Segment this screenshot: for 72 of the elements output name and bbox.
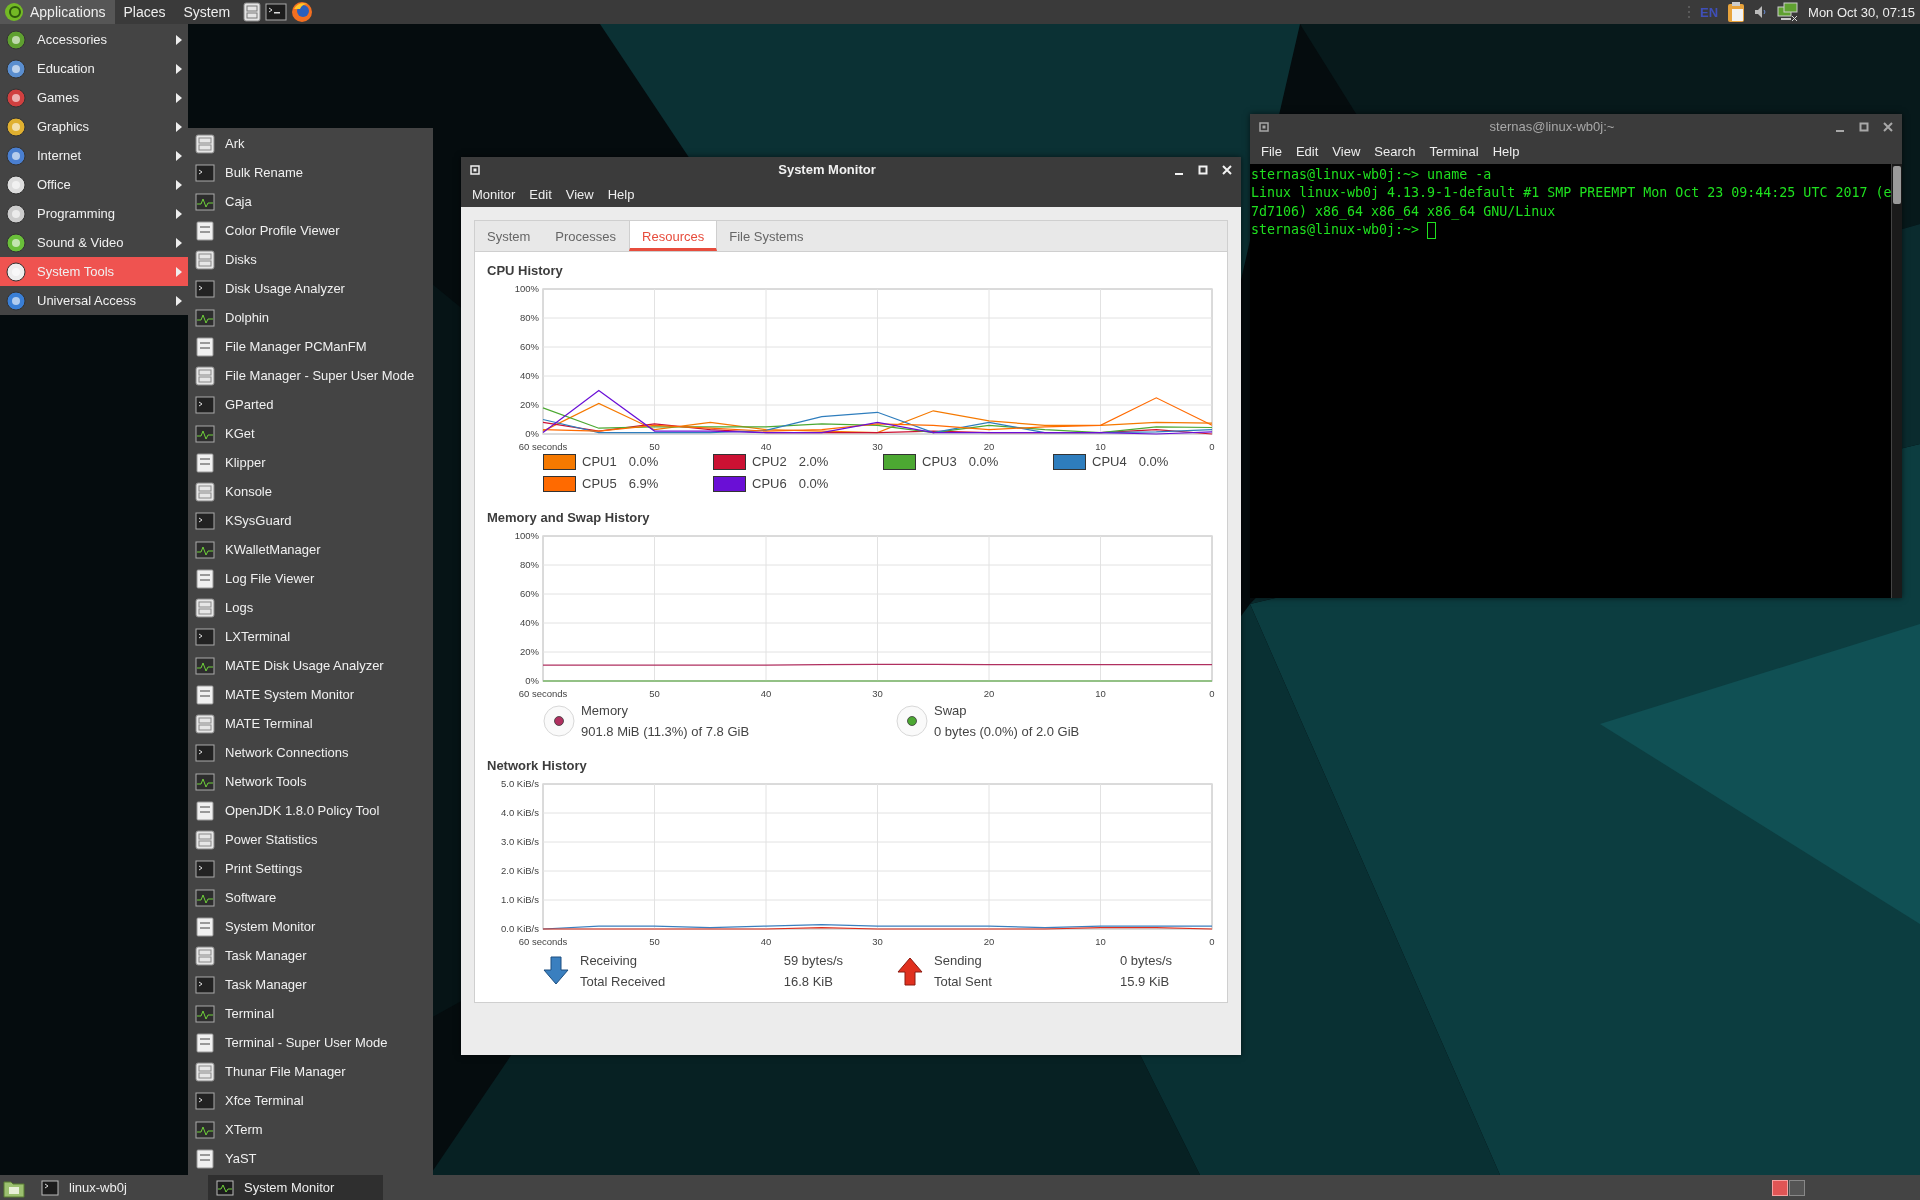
axis-label: 50 xyxy=(649,688,660,699)
terminal-line: Linux linux-wb0j 4.13.9-1-default #1 SMP PREEMPT Mon Oct 23 09:44:25 UTC 2017 (e xyxy=(1251,184,1891,203)
axis-label: 0% xyxy=(525,428,539,439)
axis-label: 10 xyxy=(1095,936,1106,947)
legend-value: 0.0% xyxy=(968,454,999,469)
axis-label: 40% xyxy=(520,617,539,628)
window-title: sternas@linux-wb0j:~ xyxy=(1488,119,1616,134)
legend-value: 901.8 MiB (11.3%) of 7.8 GiB xyxy=(581,723,750,740)
legend-label: CPU4 xyxy=(1092,454,1127,469)
axis-label: 0% xyxy=(525,675,539,686)
axis-label: 10 xyxy=(1095,441,1106,452)
axis-label: 50 xyxy=(649,441,660,452)
axis-label: 60% xyxy=(520,588,539,599)
legend-value: 0.0% xyxy=(1138,454,1169,469)
legend-value: 6.9% xyxy=(628,476,659,491)
legend-label: Total Sent xyxy=(934,974,993,989)
axis-label: 60 seconds xyxy=(518,441,568,452)
axis-label: 80% xyxy=(520,559,539,570)
section-heading: Memory and Swap History xyxy=(487,510,651,526)
legend-label: CPU3 xyxy=(922,454,957,469)
legend-value: 2.0% xyxy=(798,454,829,469)
legend-value: 0.0% xyxy=(798,476,829,491)
section-heading: Network History xyxy=(487,758,588,774)
window-title: System Monitor xyxy=(777,162,877,177)
axis-label: 20% xyxy=(520,646,539,657)
axis-label: 100% xyxy=(514,283,539,294)
axis-label: 40% xyxy=(520,370,539,381)
legend-label: Receiving xyxy=(580,953,639,968)
axis-label: 0 xyxy=(1209,936,1215,947)
axis-label: 1.0 KiB/s xyxy=(500,894,539,905)
axis-label: 2.0 KiB/s xyxy=(500,865,539,876)
legend-label: Swap xyxy=(934,702,968,719)
legend-value: 0.0% xyxy=(628,454,659,469)
legend-label: Memory xyxy=(581,702,629,719)
axis-label: 80% xyxy=(520,312,539,323)
legend-value: 0 bytes (0.0%) of 2.0 GiB xyxy=(934,723,1080,740)
axis-label: 0.0 KiB/s xyxy=(500,923,539,934)
axis-label: 10 xyxy=(1095,688,1106,699)
terminal-line: sternas@linux-wb0j:~> xyxy=(1251,221,1421,240)
axis-label: 20 xyxy=(983,441,995,452)
axis-label: 3.0 KiB/s xyxy=(500,836,539,847)
axis-label: 0 xyxy=(1209,688,1215,699)
terminal-line: 7d7106) x86_64 x86_64 x86_64 GNU/Linux xyxy=(1251,202,1557,222)
axis-label: 20 xyxy=(983,688,995,699)
legend-value: 0 bytes/s xyxy=(1119,953,1172,968)
axis-label: 50 xyxy=(649,936,660,947)
terminal-line: sternas@linux-wb0j:~> uname -a xyxy=(1251,166,1493,184)
legend-label: Sending xyxy=(934,953,983,968)
axis-label: 5.0 KiB/s xyxy=(500,778,539,789)
legend-value: 59 bytes/s xyxy=(783,953,843,968)
axis-label: 30 xyxy=(872,936,883,947)
axis-label: 40 xyxy=(760,936,772,947)
axis-label: 40 xyxy=(760,688,772,699)
axis-label: 30 xyxy=(872,441,883,452)
axis-label: 60% xyxy=(520,341,539,352)
axis-label: 60 seconds xyxy=(518,936,568,947)
section-heading: CPU History xyxy=(487,263,564,279)
legend-label: CPU5 xyxy=(582,476,617,491)
axis-label: 60 seconds xyxy=(518,688,568,699)
legend-label: CPU2 xyxy=(752,454,787,469)
legend-value: 15.9 KiB xyxy=(1119,974,1171,989)
axis-label: 4.0 KiB/s xyxy=(500,807,539,818)
axis-label: 100% xyxy=(514,530,539,541)
axis-label: 30 xyxy=(872,688,883,699)
axis-label: 20% xyxy=(520,399,539,410)
legend-label: CPU1 xyxy=(582,454,617,469)
legend-label: Total Received xyxy=(580,974,667,989)
legend-value: 16.8 KiB xyxy=(783,974,834,989)
legend-label: CPU6 xyxy=(752,476,787,491)
axis-label: 20 xyxy=(983,936,995,947)
axis-label: 0 xyxy=(1209,441,1215,452)
axis-label: 40 xyxy=(760,441,772,452)
